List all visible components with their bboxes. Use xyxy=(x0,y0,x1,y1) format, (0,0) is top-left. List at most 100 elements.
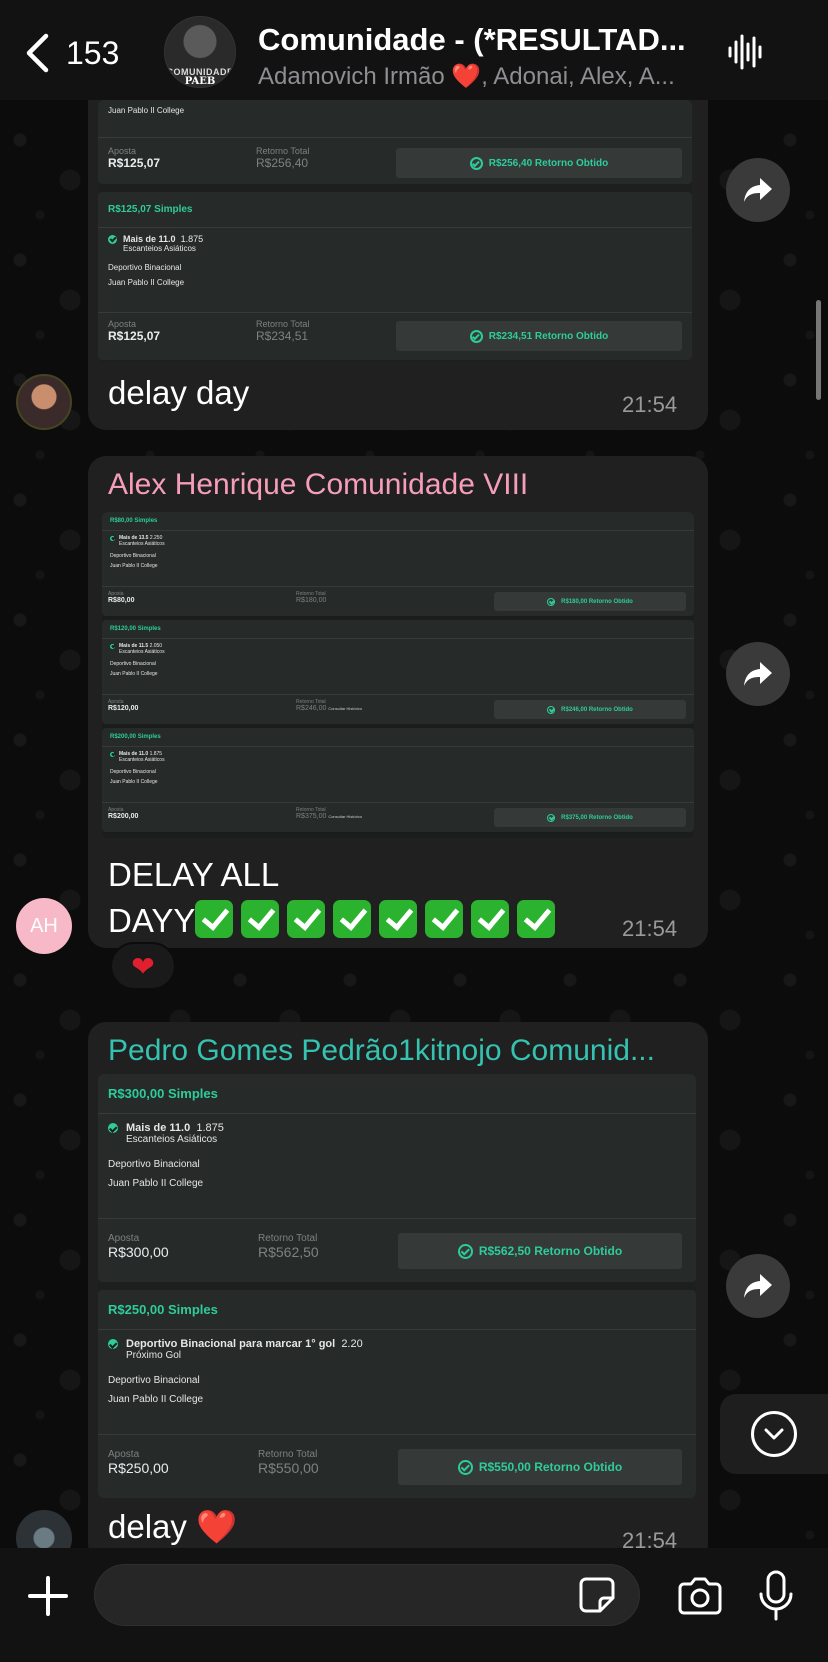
message-text: DELAY ALL DAYY xyxy=(108,852,563,944)
return-obtained: R$256,40 Retorno Obtido xyxy=(488,157,609,169)
check-circle-icon xyxy=(457,1243,473,1259)
bet-header: R$125,07 Simples xyxy=(98,192,692,228)
bet-header: R$200,00 Simples xyxy=(102,728,694,747)
stake-label: Aposta xyxy=(108,1233,140,1244)
bet-event-team2: Juan Pablo II College xyxy=(110,779,158,785)
bet-card: R$250,00 Simples Deportivo Binacional pa… xyxy=(98,1290,696,1498)
stake-value: R$250,00 xyxy=(108,1460,169,1476)
chevron-down-icon xyxy=(751,1411,797,1457)
sender-avatar[interactable] xyxy=(16,374,72,430)
bet-market: Próximo Gol xyxy=(126,1350,182,1361)
bet-event-team2: Juan Pablo II College xyxy=(108,1178,204,1189)
stake-value: R$80,00 xyxy=(108,597,135,604)
check-mark-emoji xyxy=(333,900,372,938)
sender-name: Alex Henrique Comunidade VIII xyxy=(108,468,529,501)
history-link: Consultar Histórico xyxy=(328,706,363,711)
return-value: R$375,00 xyxy=(296,813,327,820)
camera-icon[interactable] xyxy=(676,1576,724,1616)
return-obtained-box: R$550,00 Retorno Obtido xyxy=(398,1449,682,1485)
bet-odds: 2.20 xyxy=(341,1338,363,1350)
message-time: 21:54 xyxy=(622,916,678,941)
bet-selection: Mais de 11.0 xyxy=(126,1122,191,1134)
check-icon xyxy=(108,1123,118,1133)
check-circle-icon xyxy=(547,597,556,606)
stake-value: R$125,07 xyxy=(108,329,161,343)
back-button[interactable]: 153 xyxy=(22,28,142,78)
forward-icon xyxy=(744,178,772,202)
return-obtained-box: R$375,00 Retorno Obtido xyxy=(494,808,686,827)
bet-selection: Mais de 11.0 xyxy=(123,234,176,244)
forward-icon xyxy=(744,662,772,686)
message-line-2: DAYY xyxy=(108,898,563,944)
bet-event-team2: Juan Pablo II College xyxy=(110,563,158,569)
bet-header: R$120,00 Simples xyxy=(102,620,694,639)
bet-card: R$80,00 Simples Mais de 13.5 2.250 Escan… xyxy=(102,512,694,616)
group-avatar[interactable]: COMUNIDADE PAEB xyxy=(164,16,236,88)
forward-button[interactable] xyxy=(726,642,790,706)
scroll-to-bottom-button[interactable] xyxy=(720,1394,828,1474)
return-label: Retorno Total xyxy=(256,319,310,329)
message-line-1: DELAY ALL xyxy=(108,856,280,893)
return-label: Retorno Total xyxy=(258,1449,318,1460)
bet-market: Escanteios Asiáticos xyxy=(126,1134,218,1145)
return-value: R$562,50 xyxy=(258,1244,319,1260)
return-obtained-box: R$256,40 Retorno Obtido xyxy=(396,148,682,178)
check-mark-emoji xyxy=(517,900,556,938)
return-obtained-box: R$246,00 Retorno Obtido xyxy=(494,700,686,719)
bet-odds: 1.875 xyxy=(196,1122,224,1134)
bet-header: R$80,00 Simples xyxy=(102,512,694,531)
bet-header: R$250,00 Simples xyxy=(98,1290,696,1330)
bet-card: R$120,00 Simples Mais de 11.5 2.050 Esca… xyxy=(102,620,694,724)
bet-card: R$200,00 Simples Mais de 11.0 1.875 Esca… xyxy=(102,728,694,832)
bet-card: R$300,00 Simples Mais de 11.0 1.875 Esca… xyxy=(98,1074,696,1282)
message-input[interactable] xyxy=(94,1564,640,1626)
check-mark-emoji xyxy=(241,900,280,938)
bet-market: Escanteios Asiáticos xyxy=(119,757,165,763)
composer-bar xyxy=(0,1548,828,1662)
bet-screenshot[interactable]: R$80,00 Simples Mais de 13.5 2.250 Escan… xyxy=(102,512,694,838)
stake-label: Aposta xyxy=(108,319,137,329)
check-circle-icon xyxy=(469,156,483,170)
return-value: R$180,00 xyxy=(296,597,327,604)
bet-event-team1: Deportivo Binacional xyxy=(108,1159,200,1170)
sticker-icon[interactable] xyxy=(578,1576,616,1614)
return-value: R$256,40 xyxy=(256,156,309,170)
chat-participants: Adamovich Irmão ❤️, Adonai, Alex, A... xyxy=(258,63,675,90)
plus-icon[interactable] xyxy=(24,1572,72,1620)
return-obtained: R$375,00 Retorno Obtido xyxy=(561,814,633,821)
bet-event-team1: Deportivo Binacional xyxy=(108,263,182,272)
bet-event-team1: Deportivo Binacional xyxy=(110,553,156,559)
microphone-icon[interactable] xyxy=(758,1570,794,1622)
check-mark-emoji xyxy=(287,900,326,938)
stake-value: R$125,07 xyxy=(108,156,161,170)
bet-market: Escanteios Asiáticos xyxy=(123,244,196,253)
check-circle-icon xyxy=(547,813,556,822)
check-mark-emoji xyxy=(195,900,234,938)
stake-label: Aposta xyxy=(108,1449,140,1460)
scrollbar[interactable] xyxy=(816,300,821,400)
return-obtained: R$234,51 Retorno Obtido xyxy=(488,330,609,342)
bet-screenshot[interactable]: Juan Pablo II College Aposta R$125,07 Re… xyxy=(98,100,692,362)
voice-chat-icon[interactable] xyxy=(726,32,766,72)
return-obtained: R$246,00 Retorno Obtido xyxy=(561,706,633,713)
stake-value: R$300,00 xyxy=(108,1244,169,1260)
return-obtained-box: R$234,51 Retorno Obtido xyxy=(396,321,682,351)
chat-title-block[interactable]: Comunidade - (*RESULTAD... Adamovich Irm… xyxy=(258,22,698,91)
bet-screenshot[interactable]: R$300,00 Simples Mais de 11.0 1.875 Esca… xyxy=(98,1074,696,1498)
message-time: 21:54 xyxy=(622,392,678,417)
bet-card: Juan Pablo II College Aposta R$125,07 Re… xyxy=(98,100,692,184)
sender-avatar[interactable]: AH xyxy=(16,898,72,954)
return-value: R$234,51 xyxy=(256,329,309,343)
reaction-badge[interactable]: ❤ xyxy=(110,942,176,990)
check-icon xyxy=(110,535,115,541)
history-link: Consultar Histórico xyxy=(328,814,363,819)
return-obtained-box: R$562,50 Retorno Obtido xyxy=(398,1233,682,1269)
bet-event-team2: Juan Pablo II College xyxy=(110,671,158,677)
check-circle-icon xyxy=(469,329,483,343)
forward-button[interactable] xyxy=(726,1254,790,1318)
chat-title: Comunidade - (*RESULTAD... xyxy=(258,22,686,57)
bet-odds: 1.875 xyxy=(180,234,204,244)
bet-market: Escanteios Asiáticos xyxy=(119,541,165,547)
forward-button[interactable] xyxy=(726,158,790,222)
bet-event-team2: Juan Pablo II College xyxy=(108,278,185,287)
